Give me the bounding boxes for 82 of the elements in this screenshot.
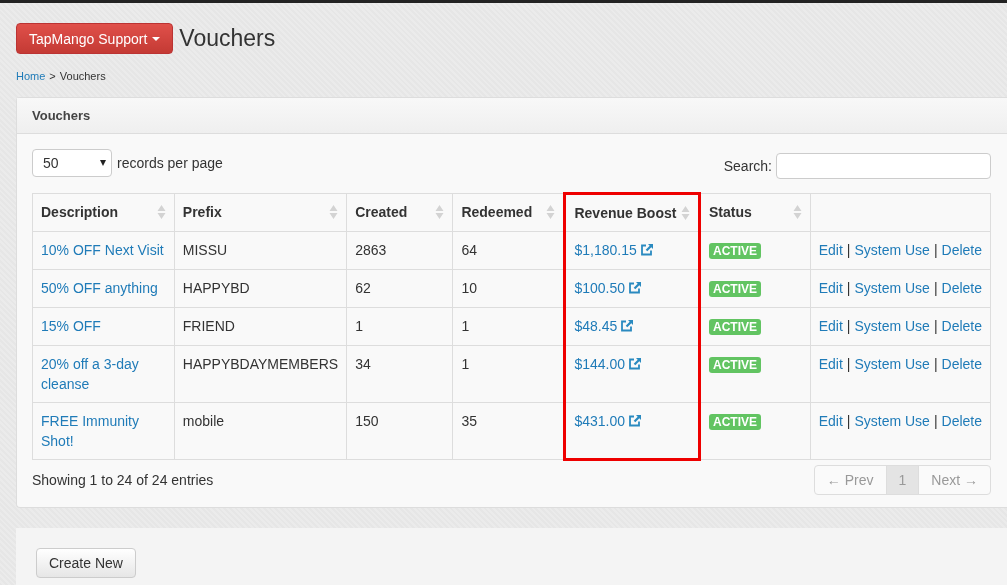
- action-link[interactable]: Edit: [818, 413, 843, 429]
- status-label: ACTIVE: [709, 281, 762, 297]
- dropdown-icon: [100, 160, 106, 166]
- action-separator: |: [846, 356, 851, 372]
- action-link[interactable]: Edit: [818, 242, 843, 258]
- revenue-link[interactable]: $1,180.15: [574, 242, 637, 258]
- action-separator: |: [846, 413, 851, 429]
- action-link[interactable]: System Use: [854, 356, 930, 372]
- action-link[interactable]: Delete: [941, 242, 982, 258]
- action-link[interactable]: Delete: [941, 280, 982, 296]
- page-size-select[interactable]: 50: [32, 149, 112, 177]
- search-field[interactable]: [776, 153, 991, 179]
- voucher-link[interactable]: 10% OFF Next Visit: [41, 240, 166, 260]
- action-link[interactable]: System Use: [854, 413, 930, 429]
- revenue-link[interactable]: $144.00: [574, 356, 626, 372]
- status-label: ACTIVE: [709, 357, 762, 373]
- revenue-link[interactable]: $431.00: [574, 413, 626, 429]
- action-link[interactable]: System Use: [854, 318, 930, 334]
- table-cell: 34: [346, 345, 453, 403]
- column-header[interactable]: Created: [346, 193, 453, 232]
- table-cell: HAPPYBDAYMEMBERS: [174, 345, 347, 403]
- page-title: Vouchers: [179, 25, 276, 52]
- voucher-link[interactable]: 50% OFF anything: [41, 278, 166, 298]
- column-header[interactable]: Revenue Boost: [564, 193, 700, 232]
- column-header[interactable]: Redeemed: [452, 193, 565, 232]
- revenue-link[interactable]: $48.45: [574, 318, 618, 334]
- action-link[interactable]: Delete: [941, 413, 982, 429]
- action-link[interactable]: System Use: [854, 280, 930, 296]
- create-button[interactable]: Create New: [36, 548, 136, 578]
- external-link-icon: [620, 319, 635, 332]
- panel-title: Vouchers: [32, 108, 91, 123]
- sort-icon: [329, 204, 339, 220]
- external-link-icon: [628, 281, 643, 294]
- action-separator: |: [933, 356, 938, 372]
- action-separator: |: [933, 413, 938, 429]
- menu-button[interactable]: TapMango Support: [16, 23, 174, 54]
- action-separator: |: [933, 280, 938, 296]
- action-separator: |: [933, 318, 938, 334]
- table-cell: FRIEND: [174, 307, 347, 346]
- status-label: ACTIVE: [709, 319, 762, 335]
- external-link-icon: [628, 414, 643, 427]
- action-separator: |: [933, 242, 938, 258]
- action-link[interactable]: Edit: [818, 356, 843, 372]
- voucher-link[interactable]: 15% OFF: [41, 316, 166, 336]
- action-separator: |: [846, 318, 851, 334]
- page-size-label: records per page: [117, 155, 223, 171]
- column-header[interactable]: Prefix: [174, 193, 347, 232]
- caret-icon: [152, 36, 161, 41]
- column-header[interactable]: [810, 193, 991, 232]
- sort-icon: [681, 205, 691, 221]
- breadcrumb-separator: >: [49, 70, 56, 83]
- breadcrumb-link[interactable]: Home: [16, 70, 46, 83]
- table-cell: 2863: [346, 231, 453, 270]
- sort-icon: [435, 204, 445, 220]
- external-link-icon: [628, 357, 643, 370]
- sort-icon: [792, 204, 802, 220]
- action-link[interactable]: Edit: [818, 318, 843, 334]
- action-link[interactable]: Delete: [941, 356, 982, 372]
- status-label: ACTIVE: [709, 414, 762, 430]
- table-cell: MISSU: [174, 231, 347, 270]
- table-cell: 62: [346, 269, 453, 308]
- revenue-link[interactable]: $100.50: [574, 280, 626, 296]
- action-link[interactable]: Delete: [941, 318, 982, 334]
- action-link[interactable]: Edit: [818, 280, 843, 296]
- voucher-link[interactable]: FREE Immunity Shot!: [41, 411, 166, 451]
- external-link-icon: [639, 243, 654, 256]
- action-separator: |: [846, 280, 851, 296]
- status-label: ACTIVE: [709, 243, 762, 259]
- action-separator: |: [846, 242, 851, 258]
- sort-icon: [546, 204, 556, 220]
- table-cell: 1: [346, 307, 453, 346]
- breadcrumb-current: Vouchers: [59, 70, 106, 83]
- column-header[interactable]: Description: [32, 193, 175, 232]
- table-cell: mobile: [174, 402, 347, 460]
- column-header[interactable]: Status: [699, 193, 811, 232]
- sort-icon: [156, 204, 166, 220]
- search-label: Search:: [723, 158, 772, 174]
- action-link[interactable]: System Use: [854, 242, 930, 258]
- entries-info: Showing 1 to 24 of 24 entries: [32, 472, 214, 488]
- table-cell: 150: [346, 402, 453, 460]
- voucher-link[interactable]: 20% off a 3-day cleanse: [41, 354, 166, 394]
- table-cell: HAPPYBD: [174, 269, 347, 308]
